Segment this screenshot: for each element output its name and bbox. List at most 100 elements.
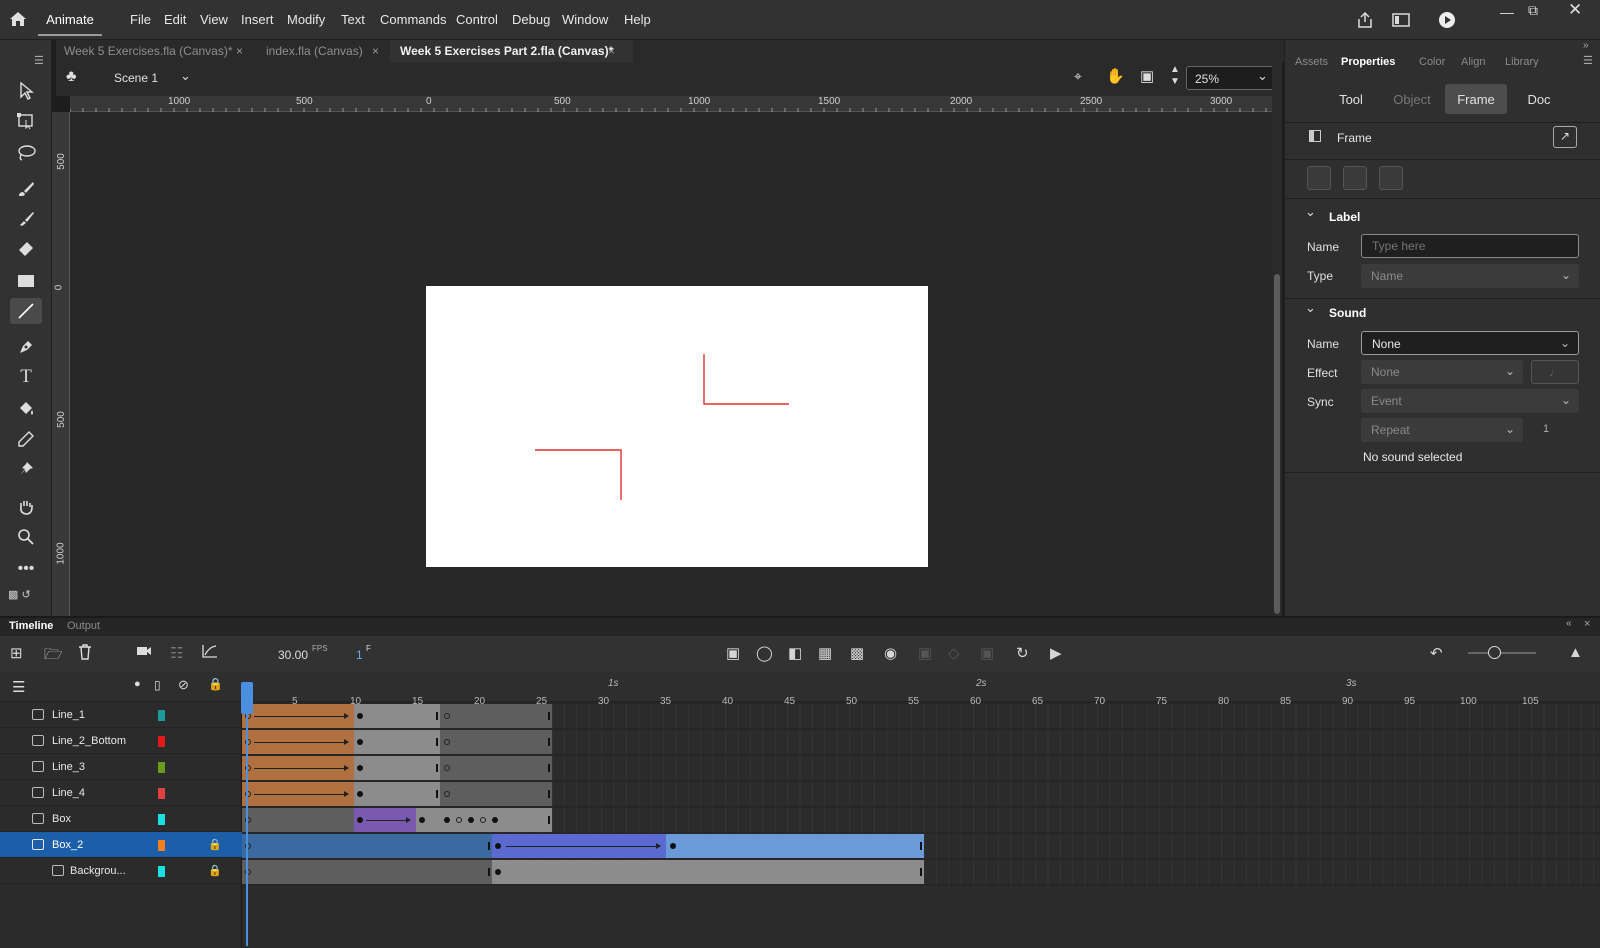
- tab-output[interactable]: Output: [67, 620, 100, 632]
- new-layer-icon[interactable]: ⊞: [10, 644, 23, 662]
- static-frames-span[interactable]: [354, 730, 440, 754]
- chevron-down-icon[interactable]: ⌄: [1305, 204, 1316, 220]
- layer-row[interactable]: Backgrou... 🔒: [0, 858, 242, 884]
- close-window-icon[interactable]: ✕: [1568, 0, 1582, 20]
- layer-row[interactable]: Line_3: [0, 754, 242, 780]
- static-frames-span[interactable]: [354, 756, 440, 780]
- rectangle-tool-icon[interactable]: [10, 268, 42, 294]
- panel-collapse-icon[interactable]: »: [1583, 40, 1589, 51]
- close-icon[interactable]: ×: [236, 44, 243, 58]
- line-tool-icon[interactable]: [10, 298, 42, 324]
- edit-envelope-icon[interactable]: ♩: [1531, 360, 1579, 384]
- static-frames-span[interactable]: [354, 704, 440, 728]
- zoom-tool-icon[interactable]: [10, 524, 42, 550]
- chevron-down-icon[interactable]: ⌄: [180, 68, 191, 84]
- workspace-icon[interactable]: [1392, 12, 1410, 31]
- onion-outline-icon[interactable]: ◇: [948, 644, 960, 662]
- restore-icon[interactable]: ⧉: [1528, 2, 1538, 19]
- remove-tween-icon[interactable]: ▩: [850, 644, 864, 662]
- hide-layers-icon[interactable]: ⊘: [178, 677, 189, 693]
- menu-commands[interactable]: Commands: [380, 12, 446, 27]
- loop-playback-icon[interactable]: ↻: [1016, 644, 1029, 662]
- keyframe[interactable]: [444, 765, 450, 771]
- static-frames-span[interactable]: [242, 834, 492, 858]
- onion-edit-icon[interactable]: ▣: [918, 644, 932, 662]
- free-transform-tool-icon[interactable]: [10, 108, 42, 134]
- menu-text[interactable]: Text: [341, 12, 365, 27]
- sound-sync-select[interactable]: Event ⌄: [1361, 389, 1579, 413]
- graph-icon[interactable]: [202, 644, 218, 662]
- menu-modify[interactable]: Modify: [287, 12, 325, 27]
- share-icon[interactable]: [1356, 11, 1374, 32]
- onion-skin-icon[interactable]: ◉: [884, 644, 897, 662]
- text-tool-icon[interactable]: T: [10, 364, 42, 390]
- add-tween-icon[interactable]: ▦: [818, 644, 832, 662]
- keyframe[interactable]: [480, 817, 486, 823]
- shape-tween-icon[interactable]: [1343, 166, 1367, 190]
- paint-brush-tool-icon[interactable]: [10, 176, 42, 202]
- menu-help[interactable]: Help: [624, 12, 651, 27]
- keyframe[interactable]: [444, 791, 450, 797]
- tab-library[interactable]: Library: [1505, 56, 1539, 68]
- frame-size-slider[interactable]: [1468, 652, 1536, 654]
- static-frames-span[interactable]: [354, 782, 440, 806]
- new-folder-icon[interactable]: 🗁: [44, 644, 63, 669]
- close-icon[interactable]: ×: [372, 44, 379, 58]
- sound-effect-select[interactable]: None ⌄: [1361, 360, 1523, 384]
- static-frames-span[interactable]: [440, 730, 552, 754]
- insert-blank-keyframe-icon[interactable]: ◯: [756, 644, 773, 662]
- layer-color-swatch[interactable]: [158, 866, 165, 877]
- layer-row[interactable]: Line_4: [0, 780, 242, 806]
- insert-keyframe-icon[interactable]: ▣: [726, 644, 740, 662]
- layer-row-selected[interactable]: Box_2 🔒: [0, 832, 242, 858]
- panel-menu-icon[interactable]: ☰: [1583, 54, 1593, 67]
- sound-name-select[interactable]: None ⌄: [1361, 331, 1579, 355]
- playhead[interactable]: [246, 682, 248, 946]
- tab-assets[interactable]: Assets: [1295, 56, 1328, 68]
- outline-layers-icon[interactable]: ▯: [154, 678, 161, 692]
- layer-name[interactable]: Box: [52, 813, 71, 825]
- frame-size-slider-handle[interactable]: [1488, 646, 1501, 659]
- keyframe[interactable]: [357, 791, 363, 797]
- onion-range-icon[interactable]: ▣: [980, 644, 994, 662]
- static-frames-span[interactable]: [242, 808, 354, 832]
- lasso-tool-icon[interactable]: [10, 140, 42, 166]
- highlight-layers-icon[interactable]: ●: [134, 678, 141, 690]
- menu-window[interactable]: Window: [562, 12, 608, 27]
- layer-color-swatch[interactable]: [158, 762, 165, 773]
- brush-tool-icon[interactable]: [10, 206, 42, 232]
- menu-control[interactable]: Control: [456, 12, 498, 27]
- expand-timeline-icon[interactable]: ▲: [1568, 644, 1583, 661]
- tab-index[interactable]: index.fla (Canvas): [266, 40, 363, 62]
- layer-parenting-icon[interactable]: ☷: [170, 644, 183, 662]
- layer-color-swatch[interactable]: [158, 840, 165, 851]
- segment-object[interactable]: Object: [1381, 84, 1443, 114]
- tab-color[interactable]: Color: [1419, 56, 1445, 68]
- hand-tool-icon[interactable]: [10, 494, 42, 520]
- label-type-select[interactable]: Name ⌄: [1361, 264, 1579, 288]
- frames-grid[interactable]: 1s 2s 3s 5 10 15 20 25 30 35 40 45 50 55…: [242, 672, 1600, 948]
- panel-collapse-icon[interactable]: «: [1566, 618, 1572, 629]
- layer-name[interactable]: Line_2_Bottom: [52, 735, 126, 747]
- static-frames-span[interactable]: [666, 834, 924, 858]
- layer-color-swatch[interactable]: [158, 814, 165, 825]
- keyframe[interactable]: [357, 765, 363, 771]
- classic-tween-icon[interactable]: [1379, 166, 1403, 190]
- pen-tool-icon[interactable]: [10, 334, 42, 360]
- zoom-field[interactable]: 25% ⌄: [1186, 66, 1274, 90]
- keyframe[interactable]: [456, 817, 462, 823]
- segment-tool[interactable]: Tool: [1323, 84, 1379, 114]
- menu-file[interactable]: File: [130, 12, 151, 27]
- sound-repeat-select[interactable]: Repeat ⌄: [1361, 418, 1523, 442]
- keyframe[interactable]: [468, 817, 474, 823]
- layer-color-swatch[interactable]: [158, 710, 165, 721]
- play-icon[interactable]: ▶: [1050, 644, 1062, 662]
- eraser-tool-icon[interactable]: [10, 236, 42, 262]
- snap-icon[interactable]: ⌖: [1074, 68, 1082, 85]
- trash-icon[interactable]: [78, 644, 92, 664]
- menu-debug[interactable]: Debug: [512, 12, 550, 27]
- layer-row[interactable]: Box: [0, 806, 242, 832]
- lock-icon[interactable]: 🔒: [208, 838, 222, 851]
- rotate-stage-icon[interactable]: ✋: [1106, 67, 1125, 85]
- static-frames-span[interactable]: [440, 756, 552, 780]
